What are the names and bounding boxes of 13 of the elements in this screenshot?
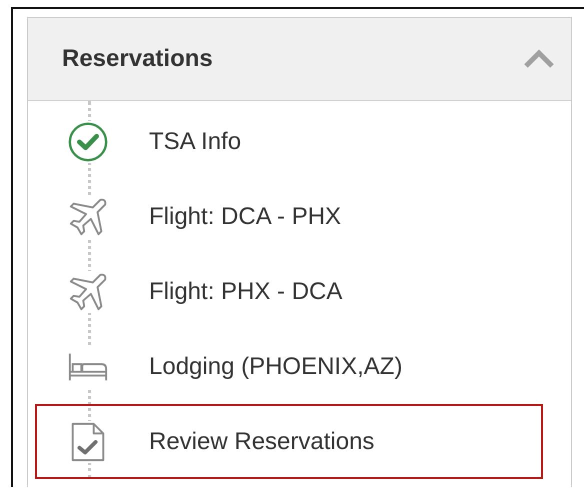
step-item[interactable]: Flight: PHX - DCA — [35, 254, 543, 329]
step-label: TSA Info — [149, 128, 242, 156]
chevron-icon[interactable] — [523, 49, 555, 69]
step-item[interactable]: Lodging (PHOENIX,AZ) — [35, 329, 543, 404]
step-label: Lodging (PHOENIX,AZ) — [149, 352, 402, 380]
step-label: Flight: PHX - DCA — [149, 278, 342, 306]
step-item[interactable]: Flight: DCA - PHX — [35, 179, 543, 254]
step-label: Review Reservations — [149, 428, 374, 456]
panel-header[interactable]: Reservations — [28, 18, 571, 101]
step-item[interactable]: TSA Info — [35, 104, 543, 179]
panel-title: Reservations — [62, 45, 213, 73]
step-item[interactable]: Review Reservations — [35, 404, 543, 479]
step-label: Flight: DCA - PHX — [149, 202, 342, 230]
